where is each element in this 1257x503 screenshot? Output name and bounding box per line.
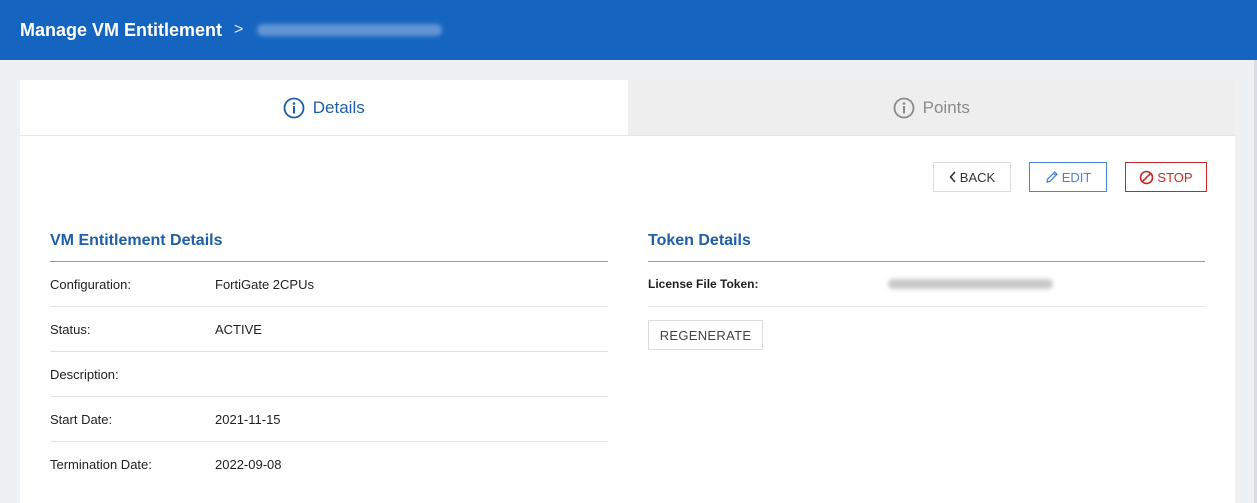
section-title: Token Details bbox=[648, 230, 1205, 262]
header-bar: Manage VM Entitlement > bbox=[0, 0, 1257, 60]
tab-points[interactable]: Points bbox=[627, 80, 1235, 135]
regenerate-button[interactable]: REGENERATE bbox=[648, 320, 763, 350]
row-value: 2022-09-08 bbox=[215, 457, 282, 472]
action-toolbar: BACK EDIT STOP bbox=[933, 162, 1207, 192]
detail-row-configuration: Configuration: FortiGate 2CPUs bbox=[50, 262, 608, 307]
redacted-license-token bbox=[888, 279, 1053, 289]
stop-button[interactable]: STOP bbox=[1125, 162, 1207, 192]
row-label: Description: bbox=[50, 366, 119, 382]
edit-button[interactable]: EDIT bbox=[1029, 162, 1107, 192]
detail-row-description: Description: bbox=[50, 352, 608, 397]
edit-button-label: EDIT bbox=[1061, 169, 1092, 185]
info-icon bbox=[283, 97, 305, 118]
row-value: ACTIVE bbox=[215, 321, 262, 337]
token-details: Token Details License File Token: REGENE… bbox=[648, 230, 1205, 350]
detail-row-status: Status: ACTIVE bbox=[50, 307, 608, 352]
pencil-icon bbox=[1045, 171, 1058, 183]
chevron-left-icon bbox=[949, 171, 956, 183]
row-value: FortiGate 2CPUs bbox=[215, 276, 314, 292]
content-card: Details Points BACK EDIT STOP VM Entitle… bbox=[20, 80, 1235, 503]
row-label: Start Date: bbox=[50, 411, 113, 427]
row-label: Status: bbox=[50, 321, 91, 337]
license-token-row: License File Token: bbox=[648, 262, 1205, 307]
ban-icon bbox=[1140, 170, 1154, 184]
license-token-label: License File Token: bbox=[648, 277, 759, 291]
row-label: Configuration: bbox=[50, 276, 131, 292]
section-title: VM Entitlement Details bbox=[50, 230, 608, 262]
tab-bar: Details Points bbox=[20, 80, 1235, 136]
back-button[interactable]: BACK bbox=[933, 162, 1011, 192]
page-title[interactable]: Manage VM Entitlement bbox=[20, 20, 222, 41]
vm-entitlement-details: VM Entitlement Details Configuration: Fo… bbox=[50, 230, 608, 487]
redacted-breadcrumb-id bbox=[257, 24, 443, 36]
breadcrumb-separator: > bbox=[234, 21, 244, 38]
tab-points-label: Points bbox=[922, 97, 970, 117]
detail-row-termination-date: Termination Date: 2022-09-08 bbox=[50, 442, 608, 487]
back-button-label: BACK bbox=[959, 169, 996, 185]
row-value: 2021-11-15 bbox=[215, 411, 281, 427]
row-label: Termination Date: bbox=[50, 457, 152, 472]
info-icon bbox=[893, 97, 915, 118]
stop-button-label: STOP bbox=[1157, 169, 1193, 185]
detail-row-start-date: Start Date: 2021-11-15 bbox=[50, 397, 608, 442]
tab-details-label: Details bbox=[312, 97, 365, 117]
tab-details[interactable]: Details bbox=[20, 80, 628, 135]
